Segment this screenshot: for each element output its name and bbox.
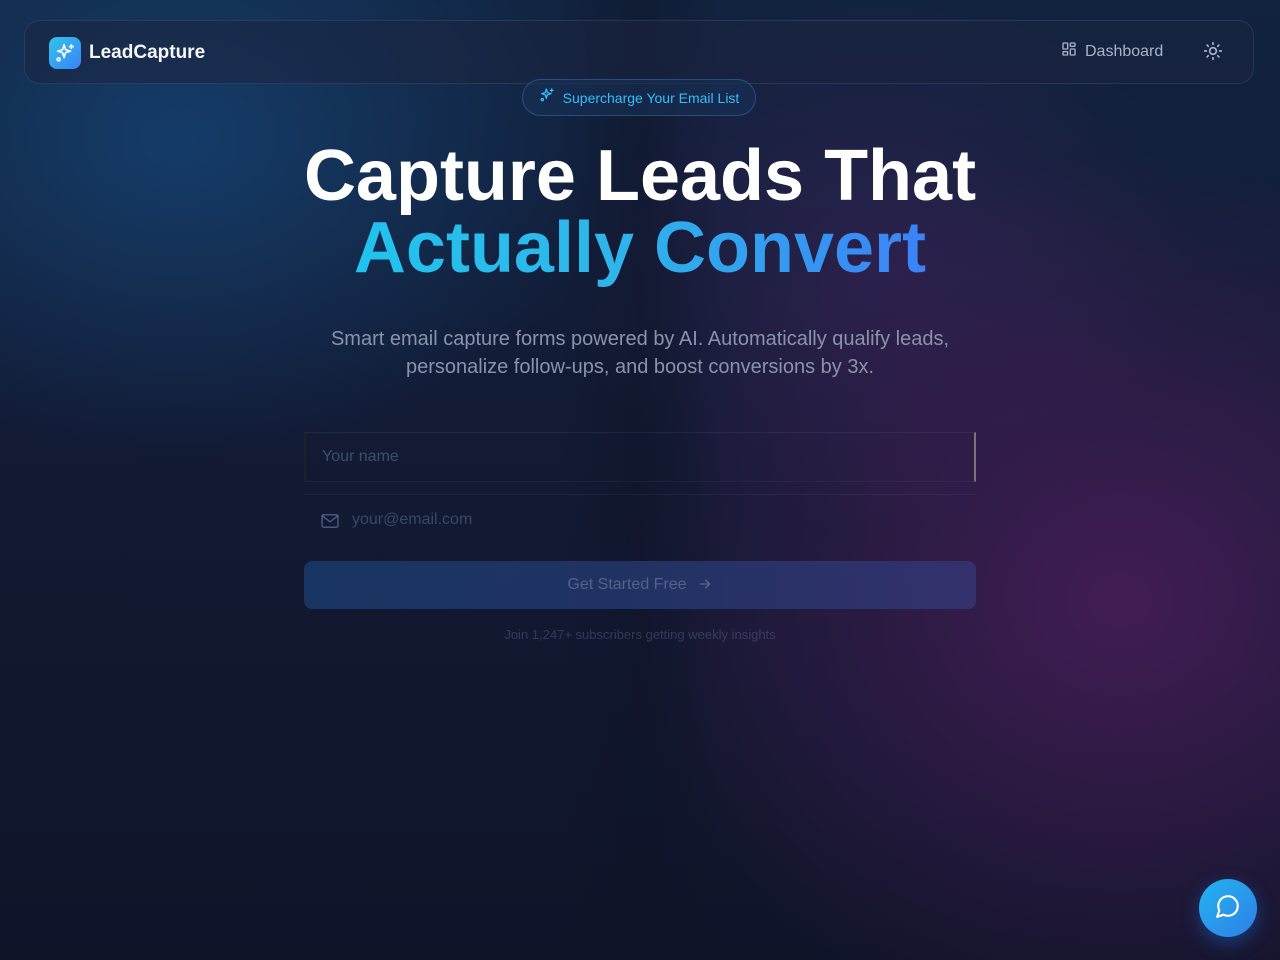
name-field[interactable]	[304, 432, 976, 482]
get-started-button-label: Get Started Free	[567, 576, 687, 593]
brand-name: LeadCapture	[89, 42, 206, 63]
email-field-wrapper	[304, 494, 976, 545]
theme-toggle-button[interactable]	[1201, 41, 1225, 65]
hero-subtitle: Smart email capture forms powered by AI.…	[330, 328, 950, 378]
get-started-button[interactable]: Get Started Free	[304, 561, 976, 609]
sun-icon	[1203, 41, 1223, 66]
hero-badge: Supercharge Your Email List	[522, 79, 756, 116]
layout-dashboard-icon	[1061, 41, 1077, 62]
hero-title-line-1: Capture Leads That	[303, 136, 977, 216]
brand[interactable]: LeadCapture	[49, 37, 205, 69]
dashboard-link[interactable]: Dashboard	[1061, 41, 1163, 62]
social-proof-text: Join 1,247+ subscribers getting weekly i…	[504, 627, 776, 642]
sparkles-icon	[49, 37, 81, 69]
dashboard-link-label: Dashboard	[1085, 42, 1164, 60]
mail-icon	[320, 511, 340, 531]
arrow-right-icon	[697, 576, 713, 595]
message-circle-icon	[1215, 893, 1241, 924]
top-navbar: LeadCapture Dashboard	[24, 20, 1254, 84]
hero-title-line-2: Actually Convert	[0, 208, 1280, 288]
sparkles-icon	[539, 87, 555, 108]
lead-capture-form: Get Started Free Join 1,247+ subscribers…	[304, 432, 976, 652]
hero-badge-label: Supercharge Your Email List	[562, 89, 740, 106]
chat-widget-button[interactable]	[1199, 879, 1257, 937]
email-field[interactable]	[352, 495, 952, 545]
hero-title-highlight: Actually Convert	[353, 208, 927, 288]
